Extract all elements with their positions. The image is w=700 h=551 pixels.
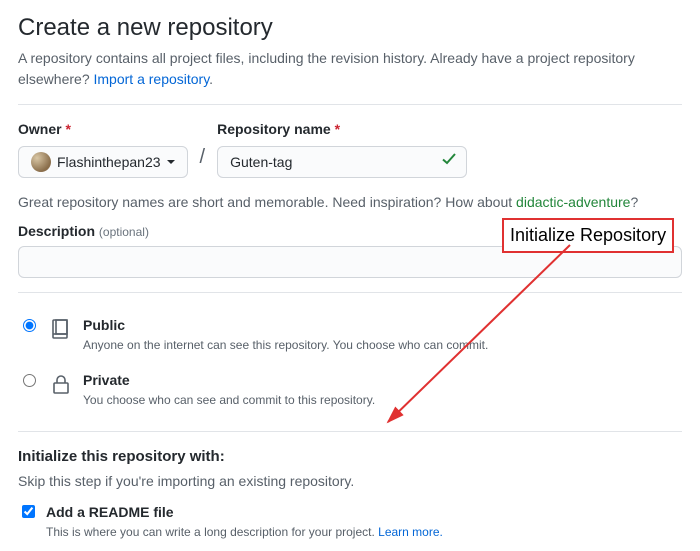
required-asterisk: * — [335, 121, 340, 137]
private-desc: You choose who can see and commit to thi… — [83, 391, 375, 409]
owner-label: Owner * — [18, 119, 188, 140]
suggested-name-link[interactable]: didactic-adventure — [516, 194, 630, 210]
divider — [18, 292, 682, 293]
name-hint: Great repository names are short and mem… — [18, 192, 682, 213]
lock-icon — [49, 372, 73, 402]
private-radio[interactable] — [23, 374, 36, 387]
slash-separator: / — [196, 142, 210, 178]
owner-repo-row: Owner * Flashinthepan23 / Repository nam… — [18, 119, 682, 178]
repo-name-input[interactable] — [217, 146, 467, 178]
repo-name-group: Repository name * — [217, 119, 467, 178]
visibility-public-option[interactable]: Public Anyone on the internet can see th… — [18, 307, 682, 362]
import-repository-link[interactable]: Import a repository — [94, 71, 210, 87]
owner-dropdown[interactable]: Flashinthepan23 — [18, 146, 188, 178]
repo-icon — [49, 317, 73, 347]
readme-option[interactable]: Add a README file This is where you can … — [18, 502, 682, 541]
readme-title: Add a README file — [46, 502, 443, 523]
page-title: Create a new repository — [18, 10, 682, 46]
public-title: Public — [83, 315, 488, 336]
optional-text: (optional) — [99, 225, 149, 239]
required-asterisk: * — [65, 121, 70, 137]
description-label: Description — [18, 223, 95, 239]
learn-more-link[interactable]: Learn more. — [378, 525, 443, 539]
owner-value: Flashinthepan23 — [57, 152, 161, 173]
visibility-private-option[interactable]: Private You choose who can see and commi… — [18, 362, 682, 417]
public-radio[interactable] — [23, 319, 36, 332]
repo-name-label: Repository name * — [217, 119, 467, 140]
readme-checkbox[interactable] — [22, 505, 35, 518]
divider — [18, 431, 682, 432]
initialize-heading: Initialize this repository with: — [18, 446, 682, 469]
page-subtitle: A repository contains all project files,… — [18, 48, 682, 90]
owner-group: Owner * Flashinthepan23 — [18, 119, 188, 178]
public-desc: Anyone on the internet can see this repo… — [83, 336, 488, 354]
private-title: Private — [83, 370, 375, 391]
caret-down-icon — [167, 160, 175, 164]
avatar — [31, 152, 51, 172]
readme-desc: This is where you can write a long descr… — [46, 523, 443, 541]
initialize-subtext: Skip this step if you're importing an ex… — [18, 471, 682, 492]
annotation-label: Initialize Repository — [502, 218, 674, 253]
divider — [18, 104, 682, 105]
